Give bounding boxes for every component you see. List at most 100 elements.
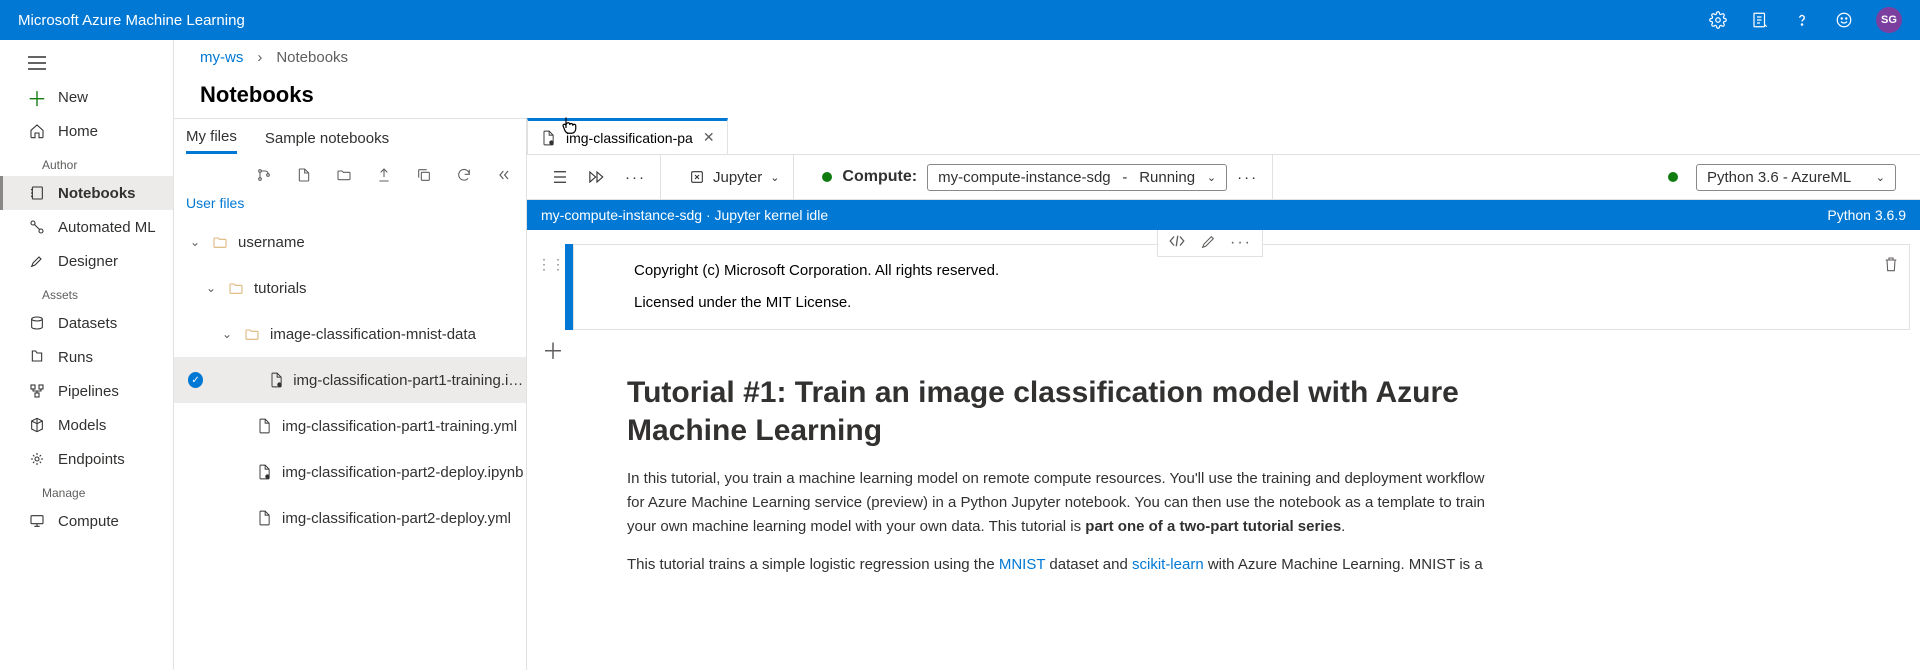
nav-pipelines[interactable]: Pipelines: [0, 374, 173, 408]
cell-text-line: Licensed under the MIT License.: [634, 291, 1885, 315]
jupyter-label: Jupyter: [713, 169, 762, 186]
topbar-actions: SG: [1708, 7, 1902, 33]
folder-icon: [228, 280, 244, 296]
nav-notebooks[interactable]: Notebooks: [0, 176, 173, 210]
tutorial-paragraph: This tutorial trains a simple logistic r…: [627, 553, 1497, 577]
new-file-icon[interactable]: [294, 165, 314, 185]
upload-icon[interactable]: [374, 165, 394, 185]
more-icon[interactable]: ···: [1230, 234, 1252, 252]
tree-file[interactable]: img-classification-part2-deploy.yml: [174, 495, 526, 541]
folder-icon: [244, 326, 260, 342]
chevron-down-icon: ⌄: [188, 235, 202, 249]
cell-drag-handle[interactable]: ⋮⋮: [537, 244, 565, 330]
nav-label: New: [58, 89, 88, 106]
nav-datasets[interactable]: Datasets: [0, 306, 173, 340]
selected-check-icon: ✓: [188, 372, 203, 388]
nav-runs[interactable]: Runs: [0, 340, 173, 374]
breadcrumb: my-ws › Notebooks: [174, 40, 1920, 74]
text: dataset and: [1045, 556, 1132, 573]
refresh-icon[interactable]: [454, 165, 474, 185]
left-nav: ＋ New Home Author Notebooks Automated ML…: [0, 40, 174, 670]
tree-folder-user[interactable]: ⌄ username: [174, 219, 526, 265]
nav-label: Home: [58, 123, 98, 140]
tutorial-heading: Tutorial #1: Train an image classificati…: [627, 374, 1497, 449]
tab-my-files[interactable]: My files: [186, 122, 237, 154]
nav-designer[interactable]: Designer: [0, 244, 173, 278]
notebook-file-icon: [256, 464, 272, 480]
kernel-status-strip: my-compute-instance-sdg · Jupyter kernel…: [527, 200, 1920, 230]
close-tab-icon[interactable]: ✕: [703, 129, 715, 146]
chevron-down-icon: ⌄: [770, 171, 779, 184]
nav-new[interactable]: ＋ New: [0, 80, 173, 114]
compute-icon: [28, 512, 46, 530]
automl-icon: [28, 218, 46, 236]
new-folder-icon[interactable]: [334, 165, 354, 185]
nav-label: Endpoints: [58, 451, 125, 468]
toggle-code-icon[interactable]: [1168, 234, 1186, 252]
tree-label: img-classification-part1-training.yml: [282, 418, 517, 435]
nav-label: Datasets: [58, 315, 117, 332]
tree-folder-tutorials[interactable]: ⌄ tutorials: [174, 265, 526, 311]
chevron-right-icon: ›: [257, 49, 262, 66]
collapse-panel-icon[interactable]: [494, 165, 514, 185]
nav-compute[interactable]: Compute: [0, 504, 173, 538]
document-tab[interactable]: img-classification-pa ✕: [527, 118, 728, 154]
chevron-down-icon: ⌄: [204, 281, 218, 295]
run-all-icon[interactable]: [587, 169, 607, 185]
open-in-jupyter[interactable]: Jupyter ⌄: [689, 169, 779, 186]
nav-toggle[interactable]: [0, 46, 173, 80]
runs-icon: [28, 348, 46, 366]
clone-icon[interactable]: [414, 165, 434, 185]
tree-toolbar: [174, 157, 526, 191]
link-mnist[interactable]: MNIST: [999, 556, 1045, 573]
compute-state: Running: [1139, 169, 1195, 186]
activity-log-icon[interactable]: [1750, 10, 1770, 30]
git-icon[interactable]: [254, 165, 274, 185]
add-cell-button[interactable]: ＋: [539, 336, 567, 364]
settings-icon[interactable]: [1708, 10, 1728, 30]
nav-endpoints[interactable]: Endpoints: [0, 442, 173, 476]
content: my-ws › Notebooks Notebooks My files Sam…: [174, 40, 1920, 670]
tree-file[interactable]: ✓ img-classification-part1-training.ipyn…: [174, 357, 526, 403]
compute-name: my-compute-instance-sdg: [938, 169, 1111, 186]
tree-file[interactable]: img-classification-part2-deploy.ipynb: [174, 449, 526, 495]
notebook-body[interactable]: ··· ⋮⋮ Copyright (c) Microsoft Corporati…: [527, 230, 1920, 670]
tree-label: tutorials: [254, 280, 307, 297]
breadcrumb-workspace[interactable]: my-ws: [200, 49, 243, 66]
nav-home[interactable]: Home: [0, 114, 173, 148]
help-icon[interactable]: [1792, 10, 1812, 30]
chevron-down-icon: ⌄: [1876, 171, 1885, 184]
feedback-smile-icon[interactable]: [1834, 10, 1854, 30]
file-tree: ⌄ username ⌄ tutorials ⌄ image-classific…: [174, 219, 526, 541]
tutorial-paragraph: In this tutorial, you train a machine le…: [627, 467, 1497, 539]
edit-icon[interactable]: [1200, 234, 1216, 252]
nav-section-assets: Assets: [0, 278, 173, 306]
chevron-down-icon: ⌄: [220, 327, 234, 341]
plus-icon: ＋: [28, 88, 46, 106]
tab-sample-notebooks[interactable]: Sample notebooks: [265, 124, 389, 153]
text: .: [1341, 518, 1345, 535]
more-icon[interactable]: ···: [1237, 169, 1258, 186]
toc-icon[interactable]: [551, 169, 569, 185]
markdown-render: Tutorial #1: Train an image classificati…: [527, 364, 1527, 621]
nav-label: Runs: [58, 349, 93, 366]
compute-status-dot: [822, 172, 832, 182]
nav-automl[interactable]: Automated ML: [0, 210, 173, 244]
tree-file[interactable]: img-classification-part1-training.yml: [174, 403, 526, 449]
more-icon[interactable]: ···: [625, 169, 646, 186]
nav-models[interactable]: Models: [0, 408, 173, 442]
delete-cell-icon[interactable]: [1883, 255, 1899, 273]
link-scikit[interactable]: scikit-learn: [1132, 556, 1204, 573]
kernel-name: Python 3.6 - AzureML: [1707, 169, 1851, 186]
compute-selector[interactable]: my-compute-instance-sdg - Running ⌄: [927, 164, 1227, 191]
user-avatar[interactable]: SG: [1876, 7, 1902, 33]
notebook-file-icon: [540, 130, 556, 146]
tree-label: img-classification-part2-deploy.yml: [282, 510, 511, 527]
kernel-selector[interactable]: Python 3.6 - AzureML ⌄: [1696, 164, 1896, 191]
chevron-down-icon: ⌄: [1207, 171, 1216, 184]
nav-label: Notebooks: [58, 185, 136, 202]
designer-icon: [28, 252, 46, 270]
models-icon: [28, 416, 46, 434]
breadcrumb-current: Notebooks: [276, 49, 348, 66]
tree-folder-mnist[interactable]: ⌄ image-classification-mnist-data: [174, 311, 526, 357]
